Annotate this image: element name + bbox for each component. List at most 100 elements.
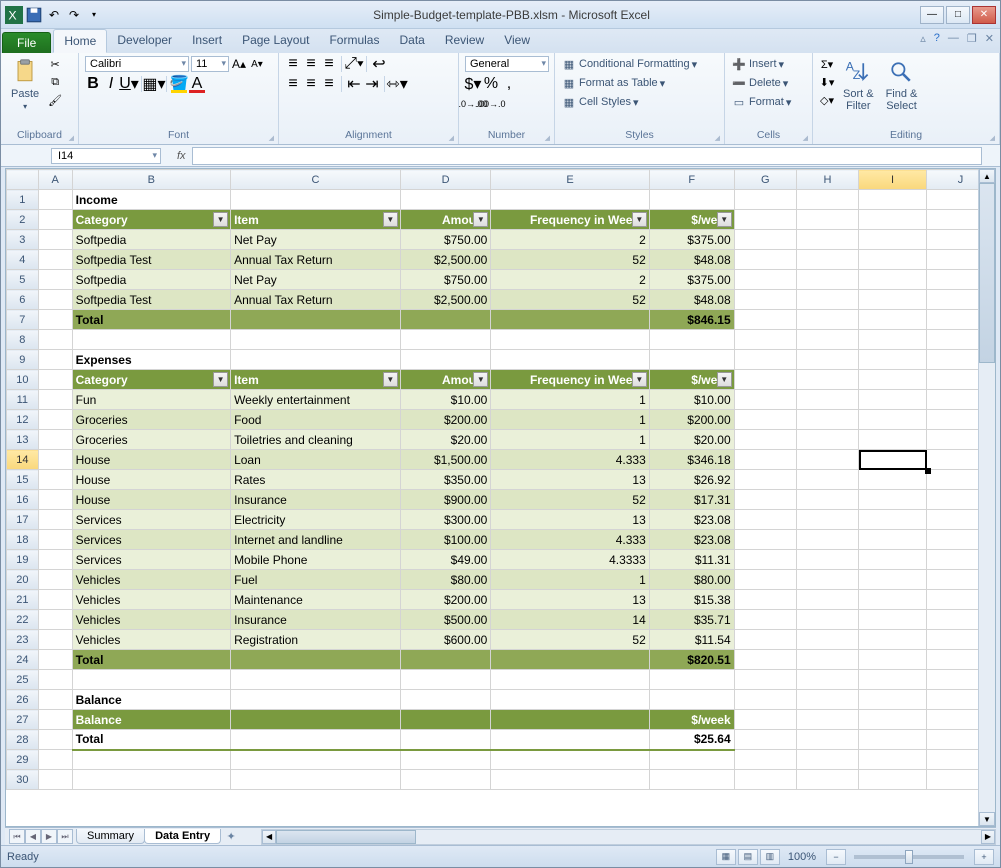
cell-I12[interactable]	[859, 410, 927, 430]
cell-I22[interactable]	[859, 610, 927, 630]
scroll-left-icon[interactable]: ◀	[262, 830, 276, 844]
cell-I11[interactable]	[859, 390, 927, 410]
italic-icon[interactable]: I	[103, 76, 119, 92]
cell-D18[interactable]: $100.00	[400, 530, 491, 550]
cell-D4[interactable]: $2,500.00	[400, 250, 491, 270]
cell-G19[interactable]	[734, 550, 796, 570]
cell-H26[interactable]	[796, 690, 858, 710]
cell-C19[interactable]: Mobile Phone	[231, 550, 401, 570]
cell-F9[interactable]	[649, 350, 734, 370]
normal-view-icon[interactable]: ▦	[716, 849, 736, 865]
row-header-11[interactable]: 11	[7, 390, 39, 410]
name-box[interactable]: I14	[51, 148, 161, 164]
cell-I7[interactable]	[859, 310, 927, 330]
autosum-icon[interactable]: Σ▾	[819, 56, 835, 72]
cell-A10[interactable]	[38, 370, 72, 390]
cell-D22[interactable]: $500.00	[400, 610, 491, 630]
cell-G21[interactable]	[734, 590, 796, 610]
filter-dropdown-icon[interactable]: ▼	[717, 212, 732, 227]
undo-icon[interactable]: ↶	[45, 6, 63, 24]
align-center-icon[interactable]: ≡	[303, 76, 319, 92]
row-header-16[interactable]: 16	[7, 490, 39, 510]
row-header-14[interactable]: 14	[7, 450, 39, 470]
column-header-H[interactable]: H	[796, 170, 858, 190]
cell-B4[interactable]: Softpedia Test	[72, 250, 230, 270]
cell-D8[interactable]	[400, 330, 491, 350]
cell-A5[interactable]	[38, 270, 72, 290]
cell-B10[interactable]: Category▼	[72, 370, 230, 390]
cell-B19[interactable]: Services	[72, 550, 230, 570]
cell-B18[interactable]: Services	[72, 530, 230, 550]
cell-E23[interactable]: 52	[491, 630, 649, 650]
cell-F16[interactable]: $17.31	[649, 490, 734, 510]
cell-A13[interactable]	[38, 430, 72, 450]
cell-F13[interactable]: $20.00	[649, 430, 734, 450]
cell-I26[interactable]	[859, 690, 927, 710]
minimize-button[interactable]: —	[920, 6, 944, 24]
cell-C7[interactable]	[231, 310, 401, 330]
cell-B26[interactable]: Balance	[72, 690, 230, 710]
cell-B13[interactable]: Groceries	[72, 430, 230, 450]
align-middle-icon[interactable]: ≡	[303, 56, 319, 72]
filter-dropdown-icon[interactable]: ▼	[383, 212, 398, 227]
row-header-9[interactable]: 9	[7, 350, 39, 370]
new-sheet-icon[interactable]: ✦	[221, 830, 241, 843]
cell-C20[interactable]: Fuel	[231, 570, 401, 590]
cell-I16[interactable]	[859, 490, 927, 510]
cell-G22[interactable]	[734, 610, 796, 630]
font-size-combo[interactable]: 11	[191, 56, 229, 72]
cell-A30[interactable]	[38, 770, 72, 790]
align-bottom-icon[interactable]: ≡	[321, 56, 337, 72]
cell-C18[interactable]: Internet and landline	[231, 530, 401, 550]
increase-indent-icon[interactable]: ⇥	[364, 76, 380, 92]
cell-B16[interactable]: House	[72, 490, 230, 510]
cell-D26[interactable]	[400, 690, 491, 710]
row-header-6[interactable]: 6	[7, 290, 39, 310]
cell-B17[interactable]: Services	[72, 510, 230, 530]
cell-F1[interactable]	[649, 190, 734, 210]
cell-F10[interactable]: $/week▼	[649, 370, 734, 390]
cell-I25[interactable]	[859, 670, 927, 690]
cell-B20[interactable]: Vehicles	[72, 570, 230, 590]
cell-H12[interactable]	[796, 410, 858, 430]
cell-E3[interactable]: 2	[491, 230, 649, 250]
font-name-combo[interactable]: Calibri	[85, 56, 189, 72]
cell-E17[interactable]: 13	[491, 510, 649, 530]
cell-A12[interactable]	[38, 410, 72, 430]
cell-F15[interactable]: $26.92	[649, 470, 734, 490]
fill-handle[interactable]	[925, 468, 931, 474]
cell-G24[interactable]	[734, 650, 796, 670]
cell-C26[interactable]	[231, 690, 401, 710]
cell-F4[interactable]: $48.08	[649, 250, 734, 270]
cell-B1[interactable]: Income	[72, 190, 230, 210]
cell-B22[interactable]: Vehicles	[72, 610, 230, 630]
decrease-indent-icon[interactable]: ⇤	[346, 76, 362, 92]
sheet-tab-data-entry[interactable]: Data Entry	[144, 829, 221, 844]
cell-B25[interactable]	[72, 670, 230, 690]
cell-D12[interactable]: $200.00	[400, 410, 491, 430]
cell-G3[interactable]	[734, 230, 796, 250]
cell-C5[interactable]: Net Pay	[231, 270, 401, 290]
zoom-out-icon[interactable]: −	[826, 849, 846, 865]
cell-C14[interactable]: Loan	[231, 450, 401, 470]
cell-F19[interactable]: $11.31	[649, 550, 734, 570]
scroll-right-icon[interactable]: ▶	[981, 830, 995, 844]
row-header-15[interactable]: 15	[7, 470, 39, 490]
cell-C22[interactable]: Insurance	[231, 610, 401, 630]
cell-C27[interactable]	[231, 710, 401, 730]
row-header-13[interactable]: 13	[7, 430, 39, 450]
cell-B14[interactable]: House	[72, 450, 230, 470]
cell-I6[interactable]	[859, 290, 927, 310]
vscroll-thumb[interactable]	[979, 183, 995, 363]
filter-dropdown-icon[interactable]: ▼	[717, 372, 732, 387]
cell-F20[interactable]: $80.00	[649, 570, 734, 590]
cell-B28[interactable]: Total	[72, 730, 230, 750]
cell-B12[interactable]: Groceries	[72, 410, 230, 430]
tab-nav-prev-icon[interactable]: ◀	[25, 829, 41, 844]
cell-H5[interactable]	[796, 270, 858, 290]
cell-D29[interactable]	[400, 750, 491, 770]
copy-icon[interactable]: ⧉	[47, 74, 63, 90]
cell-H14[interactable]	[796, 450, 858, 470]
cell-H30[interactable]	[796, 770, 858, 790]
cell-B29[interactable]	[72, 750, 230, 770]
